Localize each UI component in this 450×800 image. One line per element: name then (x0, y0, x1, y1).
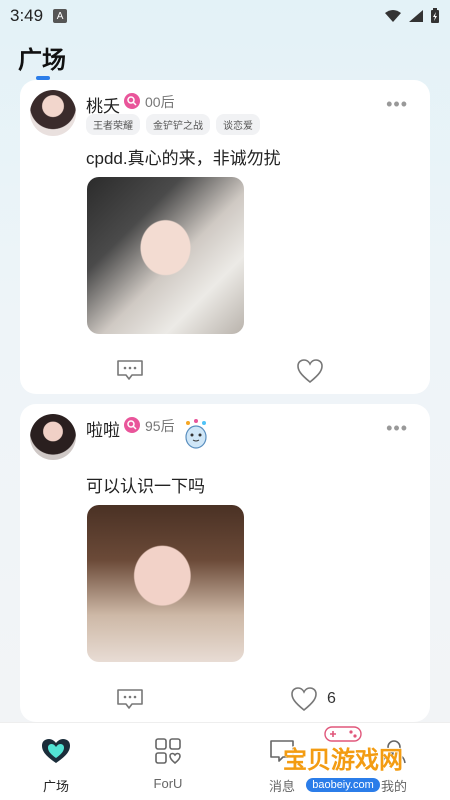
page-title: 广场 (18, 47, 66, 74)
notification-icon: A (53, 9, 68, 23)
more-options-icon[interactable]: ••• (386, 94, 408, 115)
post-card[interactable]: 桃夭 00后 王者荣耀 金铲铲之战 谈恋爱 ••• cpdd.真心的来，非诚勿扰 (20, 80, 430, 394)
post-age: 00后 (145, 94, 175, 110)
battery-icon (431, 8, 439, 23)
nav-label: ForU (153, 776, 183, 791)
comment-icon[interactable] (116, 688, 144, 710)
post-photo[interactable] (87, 177, 244, 334)
tag: 金铲铲之战 (146, 114, 210, 135)
emoji-badge-icon (185, 419, 207, 449)
tag: 王者荣耀 (86, 114, 140, 135)
avatar[interactable] (30, 414, 76, 460)
like-icon[interactable] (296, 358, 324, 384)
post-age: 95后 (145, 418, 175, 434)
post-username[interactable]: 啦啦 (86, 416, 120, 441)
status-bar: 3:49 A (0, 0, 450, 32)
post-text: 可以认识一下吗 (86, 477, 205, 496)
watermark-text: 宝贝游戏网 (283, 747, 403, 774)
like-icon[interactable] (290, 686, 318, 712)
gamepad-icon (324, 726, 362, 742)
watermark-url: baobeiy.com (306, 778, 380, 792)
grid-heart-icon (155, 738, 181, 765)
nav-item-square[interactable]: 广场 (16, 737, 96, 795)
post-card[interactable]: 啦啦 95后 ••• 可以认识一下吗 6 (20, 404, 430, 722)
watermark-logo: 宝贝游戏网 baobeiy.com (268, 726, 418, 792)
avatar[interactable] (30, 90, 76, 136)
nav-item-foru[interactable]: ForU (128, 737, 208, 791)
nav-label: 广场 (42, 779, 69, 794)
wifi-icon (385, 10, 401, 22)
signal-icon (409, 10, 423, 22)
more-options-icon[interactable]: ••• (386, 418, 408, 439)
tag-list: 王者荣耀 金铲铲之战 谈恋爱 (86, 114, 260, 135)
tag: 谈恋爱 (216, 114, 260, 135)
search-badge-icon (124, 93, 140, 109)
search-badge-icon (124, 417, 140, 433)
comment-icon[interactable] (116, 359, 144, 381)
post-photo[interactable] (87, 505, 244, 662)
heart-chat-icon (42, 739, 70, 763)
status-time: 3:49 (10, 6, 44, 25)
post-text: cpdd.真心的来，非诚勿扰 (86, 149, 281, 168)
like-count: 6 (327, 690, 336, 707)
